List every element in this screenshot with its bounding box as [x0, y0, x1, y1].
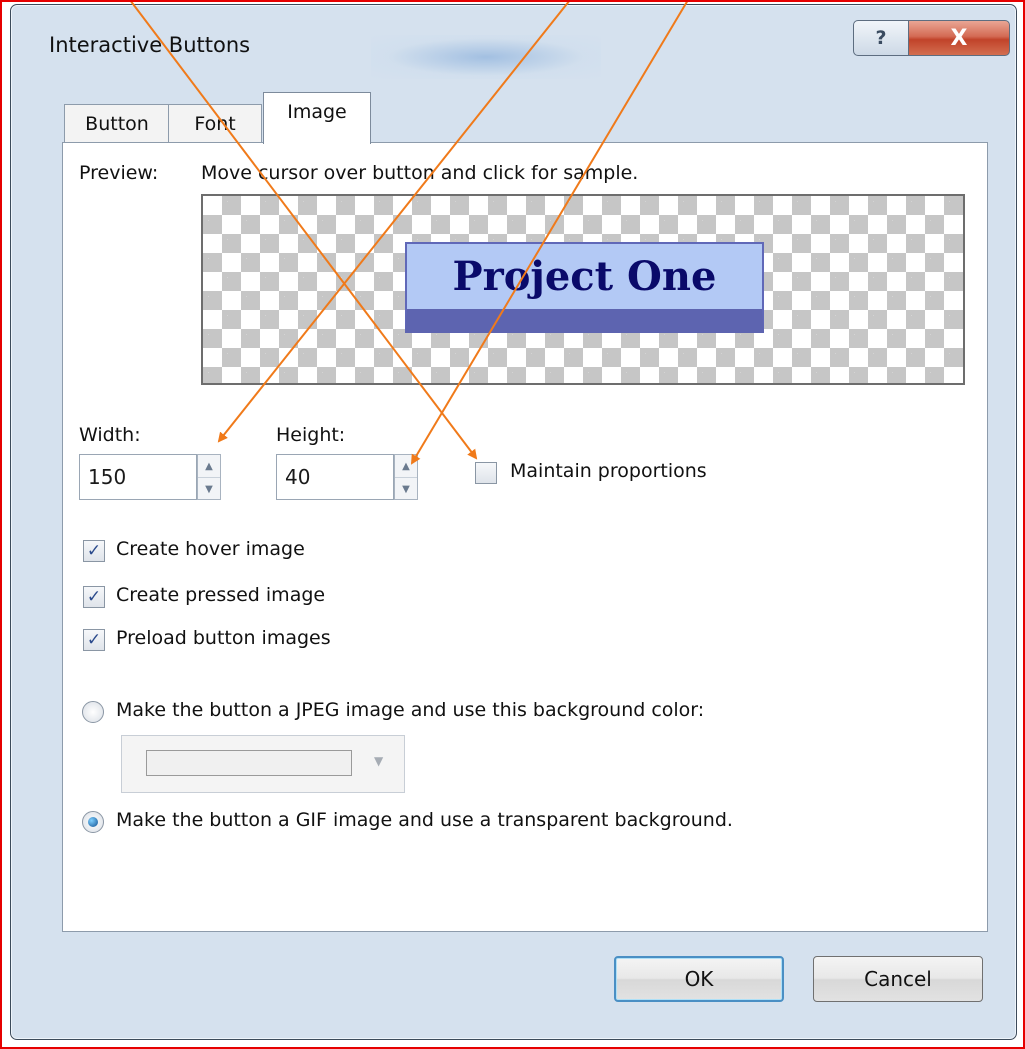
- color-swatch: [146, 750, 352, 776]
- maintain-proportions-checkbox[interactable]: [475, 462, 497, 484]
- close-icon: X: [950, 25, 968, 51]
- create-pressed-label: Create pressed image: [116, 584, 326, 606]
- spin-down-icon[interactable]: ▼: [395, 477, 417, 500]
- create-hover-checkbox[interactable]: ✓: [83, 540, 105, 562]
- jpeg-radio[interactable]: [82, 701, 104, 723]
- width-spinner[interactable]: ▲ ▼: [197, 454, 221, 500]
- check-icon: ✓: [86, 586, 102, 607]
- check-icon: ✓: [86, 629, 102, 650]
- create-pressed-checkbox[interactable]: ✓: [83, 586, 105, 608]
- help-button[interactable]: ?: [853, 20, 909, 56]
- background-color-picker[interactable]: ▼: [121, 735, 405, 793]
- spin-up-icon[interactable]: ▲: [395, 455, 417, 477]
- preview-label: Preview:: [79, 162, 159, 184]
- width-label: Width:: [79, 424, 141, 446]
- tab-button[interactable]: Button: [64, 104, 170, 143]
- preload-images-checkbox[interactable]: ✓: [83, 629, 105, 651]
- preview-hint: Move cursor over button and click for sa…: [201, 162, 639, 184]
- spin-down-icon[interactable]: ▼: [198, 477, 220, 500]
- width-input[interactable]: 150: [79, 454, 197, 500]
- tab-font[interactable]: Font: [168, 104, 262, 143]
- gif-radio[interactable]: [82, 811, 104, 833]
- spin-up-icon[interactable]: ▲: [198, 455, 220, 477]
- close-button[interactable]: X: [908, 20, 1010, 56]
- check-icon: ✓: [86, 540, 102, 561]
- height-label: Height:: [276, 424, 346, 446]
- height-input[interactable]: 40: [276, 454, 394, 500]
- tab-image[interactable]: Image: [263, 92, 371, 144]
- titlebar-glow: [371, 35, 601, 79]
- jpeg-option-label: Make the button a JPEG image and use thi…: [116, 699, 705, 721]
- window-title: Interactive Buttons: [49, 33, 251, 57]
- gif-option-label: Make the button a GIF image and use a tr…: [116, 809, 733, 831]
- help-icon: ?: [875, 27, 887, 49]
- height-spinner[interactable]: ▲ ▼: [394, 454, 418, 500]
- maintain-proportions-label: Maintain proportions: [510, 460, 707, 482]
- button-preview[interactable]: Project One: [201, 194, 965, 385]
- ok-button[interactable]: OK: [614, 956, 784, 1002]
- chevron-down-icon[interactable]: ▼: [374, 754, 383, 768]
- create-hover-label: Create hover image: [116, 538, 305, 560]
- preload-images-label: Preload button images: [116, 627, 331, 649]
- sample-button[interactable]: Project One: [405, 242, 764, 333]
- cancel-button[interactable]: Cancel: [813, 956, 983, 1002]
